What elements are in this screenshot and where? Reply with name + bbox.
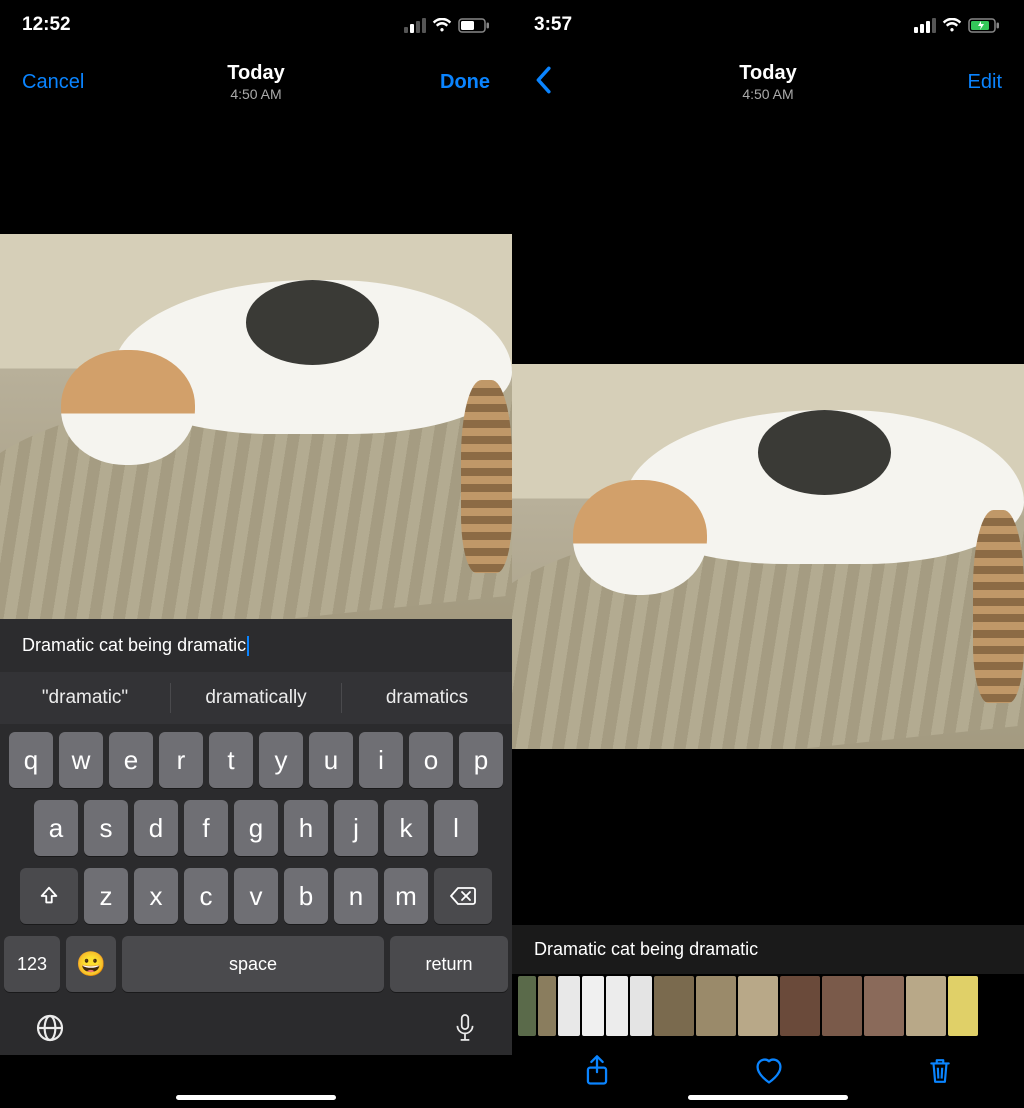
share-button[interactable] (583, 1054, 611, 1093)
key-b[interactable]: b (284, 868, 328, 924)
backspace-key[interactable] (434, 868, 492, 924)
nav-bar: Today 4:50 AM Edit (512, 50, 1024, 114)
numbers-key[interactable]: 123 (4, 936, 60, 992)
prediction-1[interactable]: "dramatic" (0, 683, 171, 713)
shift-key[interactable] (20, 868, 78, 924)
nav-subtitle: 4:50 AM (624, 86, 912, 102)
nav-bar: Cancel Today 4:50 AM Done (0, 50, 512, 114)
thumbnail[interactable] (780, 976, 820, 1036)
thumbnail[interactable] (696, 976, 736, 1036)
caption-input[interactable]: Dramatic cat being dramatic (0, 619, 512, 672)
thumbnail[interactable] (582, 976, 604, 1036)
key-p[interactable]: p (459, 732, 503, 788)
keyboard-predictions: "dramatic" dramatically dramatics (0, 672, 512, 724)
home-indicator[interactable] (176, 1095, 336, 1100)
status-bar: 3:57 (512, 0, 1024, 50)
photo-viewer[interactable] (0, 114, 512, 619)
text-cursor (247, 636, 249, 656)
status-icons (914, 18, 1002, 33)
nav-title: Today (624, 62, 912, 85)
key-j[interactable]: j (334, 800, 378, 856)
key-t[interactable]: t (209, 732, 253, 788)
prediction-2[interactable]: dramatically (171, 683, 342, 713)
key-l[interactable]: l (434, 800, 478, 856)
thumbnail[interactable] (630, 976, 652, 1036)
key-y[interactable]: y (259, 732, 303, 788)
key-k[interactable]: k (384, 800, 428, 856)
caption-text: Dramatic cat being dramatic (22, 635, 246, 655)
thumbnail[interactable] (606, 976, 628, 1036)
wifi-icon (432, 18, 452, 33)
key-z[interactable]: z (84, 868, 128, 924)
thumbnail[interactable] (822, 976, 862, 1036)
key-v[interactable]: v (234, 868, 278, 924)
battery-charging-icon (968, 18, 1002, 33)
status-time: 3:57 (534, 14, 572, 36)
key-g[interactable]: g (234, 800, 278, 856)
favorite-button[interactable] (753, 1056, 785, 1091)
key-m[interactable]: m (384, 868, 428, 924)
done-button[interactable]: Done (440, 71, 490, 93)
thumbnail[interactable] (518, 976, 536, 1036)
delete-button[interactable] (927, 1055, 953, 1092)
key-c[interactable]: c (184, 868, 228, 924)
key-a[interactable]: a (34, 800, 78, 856)
thumbnail[interactable] (906, 976, 946, 1036)
key-d[interactable]: d (134, 800, 178, 856)
thumbnail[interactable] (558, 976, 580, 1036)
key-w[interactable]: w (59, 732, 103, 788)
key-r[interactable]: r (159, 732, 203, 788)
keyboard: qwertyuiop asdfghjkl zxcvbnm 123 😀 space… (0, 724, 512, 1055)
nav-title: Today (112, 62, 400, 85)
status-icons (404, 18, 490, 33)
thumbnail[interactable] (864, 976, 904, 1036)
status-bar: 12:52 (0, 0, 512, 50)
photo-content (0, 234, 512, 619)
status-time: 12:52 (22, 14, 71, 36)
thumbnail[interactable] (654, 976, 694, 1036)
key-f[interactable]: f (184, 800, 228, 856)
back-button[interactable] (534, 81, 552, 98)
photo-viewer[interactable] (512, 114, 1024, 925)
key-q[interactable]: q (9, 732, 53, 788)
nav-subtitle: 4:50 AM (112, 86, 400, 102)
caption-label[interactable]: Dramatic cat being dramatic (512, 925, 1024, 974)
left-screenshot: 12:52 Cancel Today 4:50 AM Done (0, 0, 512, 1108)
home-indicator[interactable] (688, 1095, 848, 1100)
key-h[interactable]: h (284, 800, 328, 856)
battery-icon (458, 18, 490, 33)
prediction-3[interactable]: dramatics (342, 683, 512, 713)
space-key[interactable]: space (122, 936, 384, 992)
key-i[interactable]: i (359, 732, 403, 788)
dictation-icon[interactable] (452, 1012, 478, 1049)
edit-button[interactable]: Edit (968, 71, 1002, 93)
cellular-icon (914, 18, 936, 33)
thumbnail[interactable] (538, 976, 556, 1036)
key-e[interactable]: e (109, 732, 153, 788)
globe-icon[interactable] (34, 1012, 66, 1049)
photo-content (512, 364, 1024, 749)
key-x[interactable]: x (134, 868, 178, 924)
key-o[interactable]: o (409, 732, 453, 788)
cancel-button[interactable]: Cancel (22, 71, 84, 93)
cellular-icon (404, 18, 426, 33)
thumbnail[interactable] (738, 976, 778, 1036)
key-n[interactable]: n (334, 868, 378, 924)
wifi-icon (942, 18, 962, 33)
thumbnail[interactable] (948, 976, 978, 1036)
return-key[interactable]: return (390, 936, 508, 992)
right-screenshot: 3:57 Today 4:50 AM Edit (512, 0, 1024, 1108)
thumbnail-scrubber[interactable] (512, 974, 1024, 1038)
emoji-key[interactable]: 😀 (66, 936, 116, 992)
key-s[interactable]: s (84, 800, 128, 856)
key-u[interactable]: u (309, 732, 353, 788)
